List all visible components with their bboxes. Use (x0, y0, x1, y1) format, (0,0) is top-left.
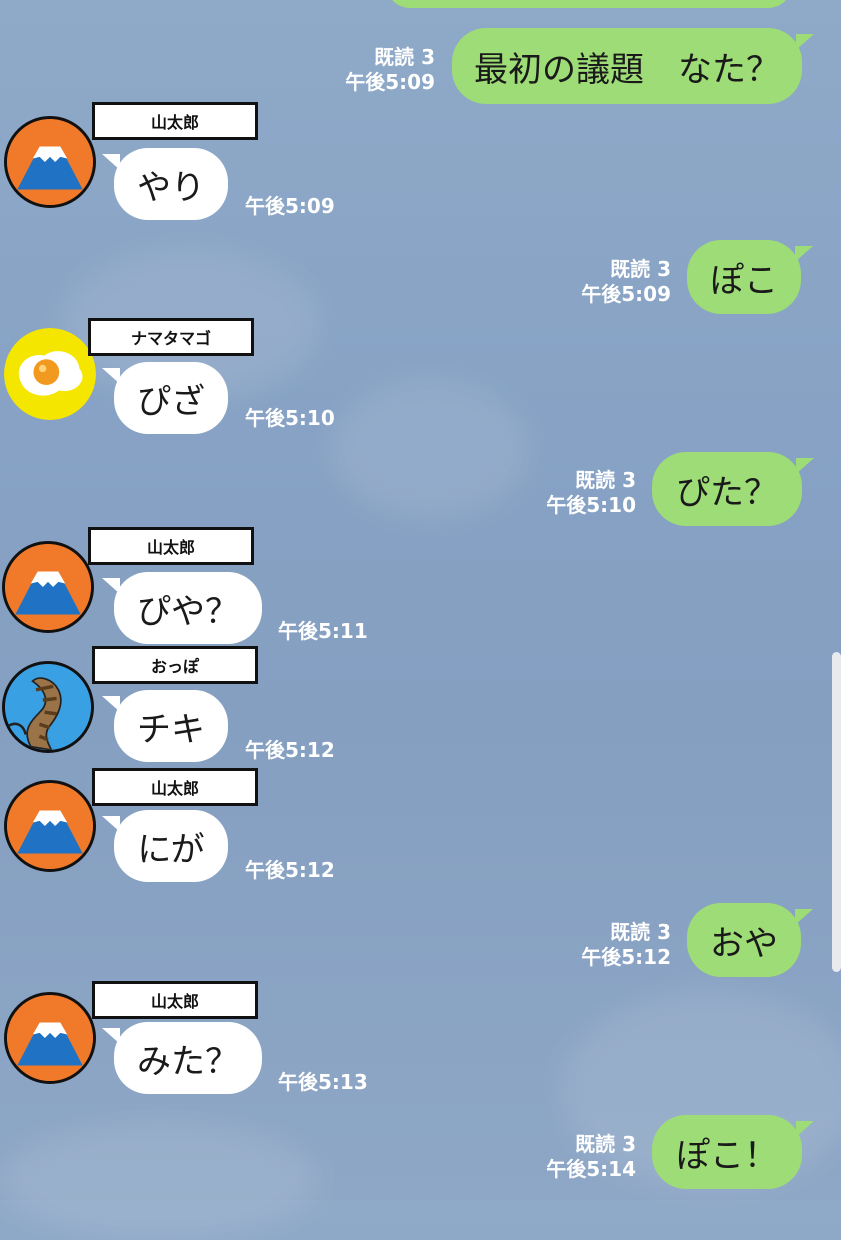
message-text: やり (137, 167, 205, 208)
timestamp: 午後5:13 (278, 1070, 368, 1094)
message-text: ぽこ！ (676, 1135, 778, 1176)
sender-name: おっぽ (92, 646, 258, 684)
message-bubble[interactable]: みた？ (102, 1022, 262, 1094)
avatar[interactable] (4, 992, 96, 1084)
read-receipt: 既読 3 (575, 1132, 636, 1156)
timestamp: 午後5:09 (345, 70, 435, 94)
sender-name: 山太郎 (92, 102, 258, 140)
message-text: 最初の議題 なた？ (474, 49, 780, 90)
mount-fuji-icon (7, 995, 93, 1081)
message-text: にが (137, 829, 205, 870)
avatar[interactable] (2, 541, 94, 633)
message-text: おや (710, 923, 778, 964)
timestamp: 午後5:09 (245, 194, 335, 218)
message-bubble[interactable]: 最初の議題 なた？ (452, 28, 814, 104)
timestamp: 午後5:09 (581, 282, 671, 306)
message-bubble[interactable]: にが (102, 810, 228, 882)
tail-icon (5, 664, 91, 750)
message-text: ぴた？ (676, 472, 778, 513)
avatar[interactable] (4, 328, 96, 420)
message-text: ぴざ (137, 381, 205, 422)
timestamp: 午後5:12 (245, 738, 335, 762)
sender-name: 山太郎 (92, 768, 258, 806)
message-text: ぴや？ (137, 591, 239, 632)
message-bubble[interactable]: ぽこ (687, 240, 813, 314)
message-meta: 既読 3 午後5:09 (345, 45, 435, 95)
mount-fuji-icon (5, 544, 91, 630)
timestamp: 午後5:10 (245, 406, 335, 430)
read-receipt: 既読 3 (575, 468, 636, 492)
message-bubble[interactable]: おや (687, 903, 813, 977)
sender-name: 山太郎 (92, 981, 258, 1019)
fried-egg-icon (4, 328, 96, 420)
mount-fuji-icon (7, 119, 93, 205)
sender-name: 山太郎 (88, 527, 254, 565)
avatar[interactable] (4, 116, 96, 208)
message-text: ぽこ (710, 260, 778, 301)
message-bubble[interactable]: ぴざ (102, 362, 228, 434)
message-bubble[interactable]: ぴや？ (102, 572, 262, 644)
sender-name: ナマタマゴ (88, 318, 254, 356)
cloud (0, 1120, 320, 1240)
message-meta: 既読 3 午後5:14 (546, 1132, 636, 1182)
scrollbar[interactable] (832, 652, 841, 972)
timestamp: 午後5:10 (546, 493, 636, 517)
message-bubble[interactable]: チキ (102, 690, 228, 762)
timestamp: 午後5:14 (546, 1157, 636, 1181)
message-text: みた？ (137, 1041, 239, 1082)
message-meta: 既読 3 午後5:12 (581, 920, 671, 970)
message-bubble-partial[interactable] (386, 0, 792, 8)
message-meta: 既読 3 午後5:09 (581, 257, 671, 307)
avatar[interactable] (4, 780, 96, 872)
read-receipt: 既読 3 (610, 257, 671, 281)
avatar[interactable] (2, 661, 94, 753)
message-bubble[interactable]: やり (102, 148, 228, 220)
mount-fuji-icon (7, 783, 93, 869)
read-receipt: 既読 3 (374, 45, 435, 69)
message-text: チキ (137, 709, 205, 750)
timestamp: 午後5:11 (278, 619, 368, 643)
read-receipt: 既読 3 (610, 920, 671, 944)
timestamp: 午後5:12 (581, 945, 671, 969)
cloud (330, 380, 530, 520)
message-bubble[interactable]: ぽこ！ (652, 1115, 814, 1189)
timestamp: 午後5:12 (245, 858, 335, 882)
message-meta: 既読 3 午後5:10 (546, 468, 636, 518)
message-bubble[interactable]: ぴた？ (652, 452, 814, 526)
